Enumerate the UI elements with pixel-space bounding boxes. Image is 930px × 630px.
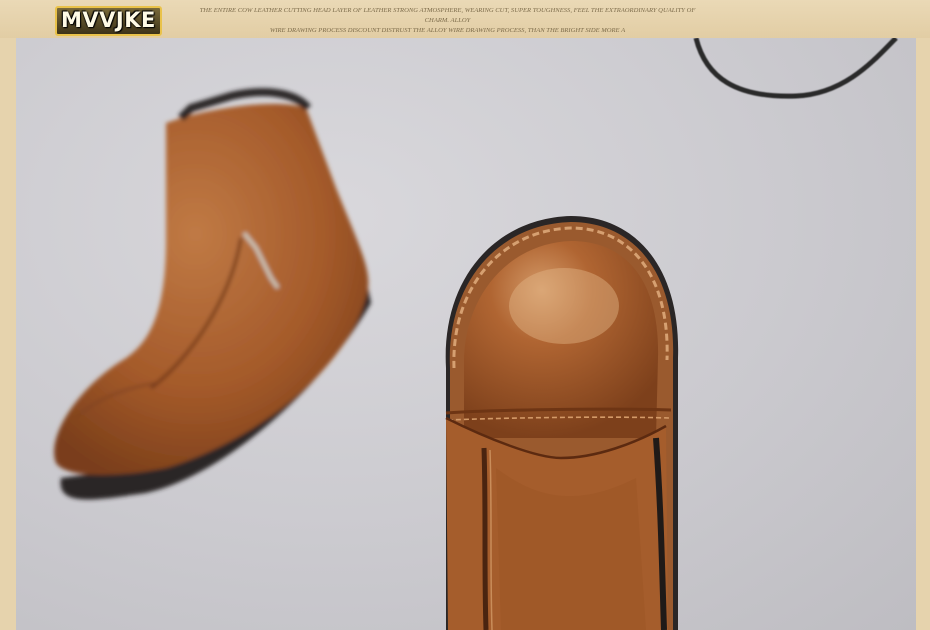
product-photo [16,38,916,630]
brand-logo: MVVJKE [55,6,162,36]
tagline-line-2: WIRE DRAWING PROCESS DISCOUNT DISTRUST T… [269,27,626,34]
brand-tagline: THE ENTIRE COW LEATHER CUTTING HEAD LAYE… [190,6,705,36]
header-bar: MVVJKE THE ENTIRE COW LEATHER CUTTING HE… [0,0,930,38]
left-boot [54,88,372,500]
right-boot [445,216,679,630]
cable [693,38,898,99]
product-illustration [54,38,898,630]
tagline-line-1: THE ENTIRE COW LEATHER CUTTING HEAD LAYE… [199,7,696,24]
